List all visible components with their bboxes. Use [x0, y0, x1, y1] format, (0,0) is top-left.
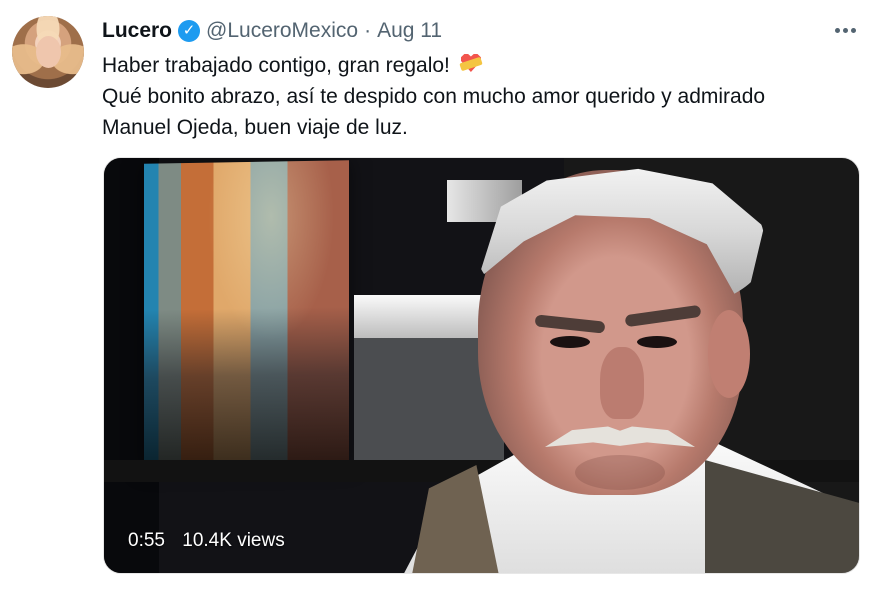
heart-ribbon-emoji-icon [457, 51, 485, 75]
video-views: 10.4K views [182, 530, 285, 551]
subject-eye [637, 336, 677, 348]
more-dot [834, 27, 840, 33]
author-avatar[interactable] [12, 16, 84, 88]
subject-nose [600, 347, 644, 419]
tweet-text-line-3: Manuel Ojeda, buen viaje de luz. [102, 116, 408, 139]
video-duration: 0:55 [128, 530, 165, 551]
tweet-text-line-2: Qué bonito abrazo, así te despido con mu… [102, 85, 766, 108]
author-handle[interactable]: @LuceroMexico [206, 16, 358, 46]
more-dot [850, 27, 856, 33]
subject-eye [550, 336, 590, 348]
more-options-icon[interactable] [829, 18, 861, 42]
verified-badge-icon: ✓ [178, 20, 201, 42]
subject-chin [575, 455, 665, 490]
tweet-date[interactable]: Aug 11 [377, 16, 442, 46]
video-stats: 0:55 10.4K views [128, 529, 297, 553]
avatar-face-detail [36, 36, 61, 68]
tweet-text-line-1: Haber trabajado contigo, gran regalo! [102, 50, 822, 81]
tweet-text: Haber trabajado contigo, gran regalo! Qu… [102, 50, 822, 143]
tweet-header: Lucero ✓ @LuceroMexico · Aug 11 [102, 16, 442, 46]
video-media[interactable]: 0:55 10.4K views [103, 157, 860, 574]
subject-ear [708, 310, 750, 398]
background-book [144, 160, 349, 469]
video-subject [390, 168, 859, 573]
header-separator: · [364, 19, 372, 42]
author-name[interactable]: Lucero [102, 16, 172, 46]
more-dot [842, 27, 848, 33]
tweet-text-content: Haber trabajado contigo, gran regalo! [102, 54, 450, 77]
